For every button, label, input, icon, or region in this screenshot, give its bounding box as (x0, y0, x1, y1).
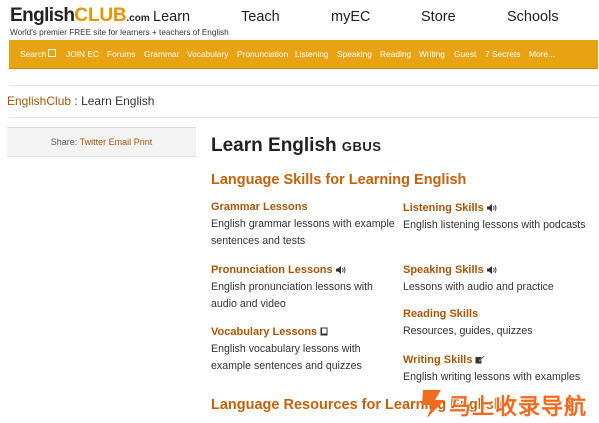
skill-writing: Writing Skills English writing lessons w… (403, 352, 593, 386)
search-box-icon (47, 49, 56, 57)
grammar-lessons-link[interactable]: Grammar Lessons (211, 201, 308, 213)
skill-grammar: Grammar Lessons English grammar lessons … (211, 200, 401, 250)
menu-guest[interactable]: Guest (454, 49, 476, 59)
skill-listening: Listening Skills English listening lesso… (403, 200, 593, 234)
share-print-link[interactable]: Print (134, 137, 153, 147)
menu-speaking[interactable]: Speaking (337, 49, 372, 59)
skill-speaking: Speaking Skills Lessons with audio and p… (403, 262, 593, 296)
vocabulary-lessons-link[interactable]: Vocabulary Lessons (211, 326, 317, 338)
listening-skills-link[interactable]: Listening Skills (403, 202, 484, 214)
menu-reading[interactable]: Reading (380, 49, 411, 59)
breadcrumb: EnglishClub : Learn English (7, 94, 154, 108)
watermark-logo-icon (422, 390, 445, 418)
menu-vocabulary[interactable]: Vocabulary (187, 49, 228, 59)
menu-listening[interactable]: Listening (295, 49, 329, 59)
grammar-lessons-desc: English grammar lessons with example sen… (211, 218, 395, 247)
pronunciation-lessons-desc: English pronunciation lessons with audio… (211, 281, 373, 310)
topnav-teach[interactable]: Teach (241, 9, 280, 25)
topnav-myec[interactable]: myEC (331, 9, 370, 25)
menu-grammar[interactable]: Grammar (144, 49, 179, 59)
book-icon (320, 324, 328, 338)
speaker-icon (486, 200, 497, 214)
divider (9, 117, 598, 118)
site-tagline: World's premier FREE site for learners +… (10, 28, 229, 37)
share-twitter-link[interactable]: Twitter (80, 137, 107, 147)
main-menubar: Search JOIN EC Forums Grammar Vocabulary… (9, 40, 598, 69)
menu-pronunciation[interactable]: Pronunciation (237, 49, 288, 59)
skill-vocabulary: Vocabulary Lessons English vocabulary le… (211, 324, 401, 375)
topnav-schools[interactable]: Schools (507, 9, 559, 25)
writing-skills-link[interactable]: Writing Skills (403, 354, 472, 366)
breadcrumb-separator: : (71, 94, 82, 108)
topnav-store[interactable]: Store (421, 9, 456, 25)
region-suffix: GBUS (341, 139, 382, 154)
menu-7-secrets[interactable]: 7 Secrets (485, 49, 520, 59)
vocabulary-lessons-desc: English vocabulary lessons with example … (211, 343, 362, 372)
speaking-skills-desc: Lessons with audio and practice (403, 281, 554, 293)
menu-more[interactable]: More... (529, 49, 555, 59)
menu-forums[interactable]: Forums (107, 49, 135, 59)
page-title: Learn English GBUS (211, 135, 382, 156)
reading-skills-desc: Resources, guides, quizzes (403, 325, 533, 337)
share-email-link[interactable]: Email (109, 137, 132, 147)
breadcrumb-home[interactable]: EnglishClub (7, 94, 71, 108)
menu-join-ec[interactable]: JOIN EC (66, 49, 99, 59)
top-nav: Learn Teach myEC Store Schools (0, 9, 599, 29)
skill-reading: Reading Skills Resources, guides, quizze… (403, 307, 593, 340)
divider (9, 85, 598, 86)
speaker-icon (486, 262, 497, 276)
breadcrumb-current: Learn English (81, 94, 155, 108)
pronunciation-lessons-link[interactable]: Pronunciation Lessons (211, 264, 333, 276)
speaker-icon (335, 262, 346, 276)
share-bar: Share: Twitter Email Print (7, 127, 196, 157)
speaking-skills-link[interactable]: Speaking Skills (403, 264, 484, 276)
pencil-icon (475, 352, 486, 366)
share-label: Share: (50, 137, 78, 147)
menu-writing[interactable]: Writing (419, 49, 445, 59)
topnav-learn[interactable]: Learn (153, 9, 190, 25)
listening-skills-desc: English listening lessons with podcasts (403, 219, 586, 231)
skill-pronunciation: Pronunciation Lessons English pronunciat… (211, 262, 401, 313)
site-watermark: 马上收录导航 (419, 384, 597, 420)
section-heading-skills: Language Skills for Learning English (211, 172, 467, 188)
reading-skills-link[interactable]: Reading Skills (403, 308, 478, 320)
menu-search[interactable]: Search (20, 49, 56, 59)
